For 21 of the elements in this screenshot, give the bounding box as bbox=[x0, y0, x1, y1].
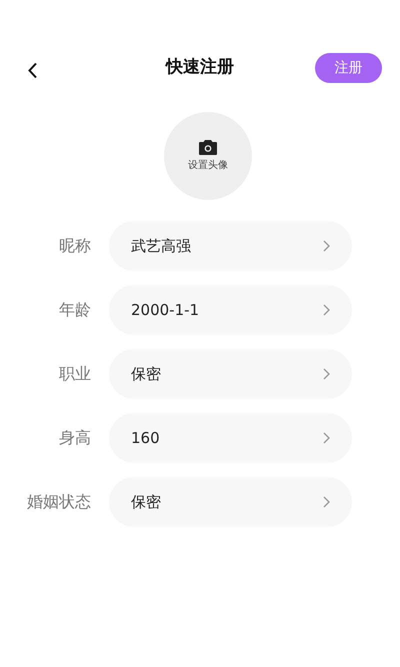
camera-icon bbox=[199, 140, 217, 154]
chevron-right-icon bbox=[323, 496, 330, 508]
field-label: 身高 bbox=[59, 428, 91, 447]
field-selector[interactable]: 保密 bbox=[109, 349, 352, 399]
chevron-right-icon bbox=[323, 432, 330, 444]
page-title: 快速注册 bbox=[166, 56, 234, 79]
chevron-right-icon bbox=[323, 304, 330, 316]
field-selector[interactable]: 保密 bbox=[109, 477, 352, 527]
field-selector[interactable]: 武艺高强 bbox=[109, 221, 352, 271]
chevron-right-icon bbox=[323, 368, 330, 380]
field-label: 年龄 bbox=[59, 300, 91, 319]
avatar-button[interactable]: 设置头像 bbox=[164, 112, 252, 200]
back-icon[interactable] bbox=[27, 62, 38, 79]
chevron-right-icon bbox=[323, 240, 330, 252]
field-label: 职业 bbox=[59, 364, 91, 383]
field-selector[interactable]: 160 bbox=[109, 413, 352, 463]
field-selector[interactable]: 2000-1-1 bbox=[109, 285, 352, 335]
avatar-label: 设置头像 bbox=[188, 158, 228, 172]
field-label: 昵称 bbox=[59, 236, 91, 255]
register-button[interactable]: 注册 bbox=[315, 53, 382, 83]
field-label: 婚姻状态 bbox=[27, 492, 91, 511]
